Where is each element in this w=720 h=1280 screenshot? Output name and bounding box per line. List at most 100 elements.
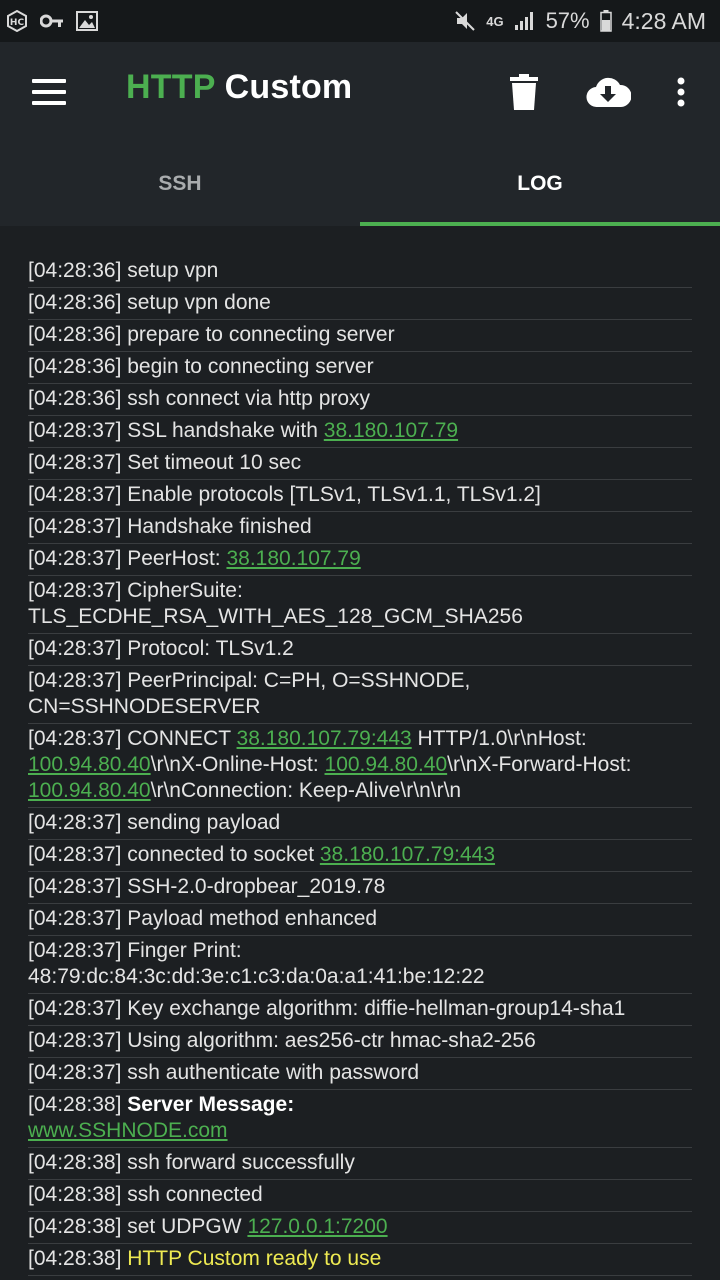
- log-entry: [04:28:36] begin to connecting server: [28, 352, 692, 384]
- log-link[interactable]: 38.180.107.79:443: [237, 727, 412, 750]
- app-title: HTTP Custom: [126, 68, 352, 107]
- log-message: setup vpn: [127, 259, 219, 282]
- signal-icon: [514, 11, 536, 31]
- log-timestamp: [04:28:37]: [28, 939, 128, 962]
- log-link[interactable]: 100.94.80.40: [325, 753, 448, 776]
- log-entry: [04:28:37] Set timeout 10 sec: [28, 448, 692, 480]
- log-entry: [04:28:38] HTTP Custom ready to use: [28, 1244, 692, 1276]
- log-entry: [04:28:36] setup vpn: [28, 256, 692, 288]
- log-message: Key exchange algorithm: diffie-hellman-g…: [127, 997, 626, 1020]
- log-entry: [04:28:37] PeerPrincipal: C=PH, O=SSHNOD…: [28, 666, 692, 724]
- app-title-http: HTTP: [126, 68, 215, 106]
- log-entry: [04:28:38] Server Message: www.SSHNODE.co…: [28, 1090, 692, 1148]
- log-message-bold: Server Message:: [127, 1093, 295, 1116]
- log-entry: [04:28:37] Using algorithm: aes256-ctr h…: [28, 1026, 692, 1058]
- log-message: connected to socket: [127, 843, 320, 866]
- log-message: Payload method enhanced: [127, 907, 378, 930]
- log-timestamp: [04:28:37]: [28, 637, 128, 660]
- log-entry: [04:28:38] ssh connected: [28, 1180, 692, 1212]
- tab-bar: SSH LOG: [0, 142, 720, 226]
- tab-ssh[interactable]: SSH: [0, 142, 360, 226]
- log-message: begin to connecting server: [127, 355, 374, 378]
- log-timestamp: [04:28:37]: [28, 997, 128, 1020]
- log-message: setup vpn done: [127, 291, 271, 314]
- log-timestamp: [04:28:37]: [28, 907, 128, 930]
- more-vert-icon[interactable]: [668, 70, 694, 114]
- log-message: Using algorithm: aes256-ctr hmac-sha2-25…: [127, 1029, 536, 1052]
- network-type: 4G: [486, 13, 504, 29]
- log-message: set UDPGW: [127, 1215, 248, 1238]
- log-message: CONNECT: [127, 727, 237, 750]
- log-entry: [04:28:37] Handshake finished: [28, 512, 692, 544]
- log-message: Handshake finished: [127, 515, 312, 538]
- mute-icon: [454, 10, 476, 32]
- log-timestamp: [04:28:36]: [28, 387, 128, 410]
- app-bar: HTTP Custom: [0, 42, 720, 142]
- log-timestamp: [04:28:38]: [28, 1247, 128, 1270]
- log-message: \r\nConnection: Keep-Alive\r\n\r\n: [150, 779, 462, 802]
- log-entry: [04:28:37] sending payload: [28, 808, 692, 840]
- log-timestamp: [04:28:37]: [28, 515, 128, 538]
- log-message: Enable protocols [TLSv1, TLSv1.1, TLSv1.…: [127, 483, 541, 506]
- log-entry: [04:28:38] ssh forward successfully: [28, 1148, 692, 1180]
- log-entry: [04:28:37] Protocol: TLSv1.2: [28, 634, 692, 666]
- log-link[interactable]: 100.94.80.40: [28, 753, 151, 776]
- app-title-custom: Custom: [214, 68, 353, 106]
- status-bar: HC 4G 57% 4:28 AM: [0, 0, 720, 42]
- log-link[interactable]: 38.180.107.79: [324, 419, 458, 442]
- log-entry: [04:28:37] connected to socket 38.180.10…: [28, 840, 692, 872]
- log-entry: [04:28:37] Payload method enhanced: [28, 904, 692, 936]
- key-icon: [40, 13, 64, 29]
- log-entry: [04:28:37] Enable protocols [TLSv1, TLSv…: [28, 480, 692, 512]
- log-timestamp: [04:28:37]: [28, 1029, 128, 1052]
- log-link[interactable]: 38.180.107.79: [226, 547, 360, 570]
- log-timestamp: [04:28:37]: [28, 579, 128, 602]
- log-message: ssh connected: [127, 1183, 263, 1206]
- log-link[interactable]: www.SSHNODE.com: [28, 1119, 228, 1142]
- menu-icon[interactable]: [32, 72, 66, 112]
- log-timestamp: [04:28:37]: [28, 811, 128, 834]
- log-message: ssh authenticate with password: [127, 1061, 420, 1084]
- log-timestamp: [04:28:38]: [28, 1093, 128, 1116]
- log-timestamp: [04:28:37]: [28, 875, 128, 898]
- log-timestamp: [04:28:36]: [28, 259, 128, 282]
- log-list[interactable]: [04:28:36] setup vpn [04:28:36] setup vpn…: [0, 226, 720, 1276]
- log-timestamp: [04:28:38]: [28, 1151, 128, 1174]
- log-timestamp: [04:28:37]: [28, 547, 128, 570]
- log-link[interactable]: 127.0.0.1:7200: [247, 1215, 387, 1238]
- log-message: PeerHost:: [127, 547, 227, 570]
- battery-icon: [599, 10, 612, 32]
- log-timestamp: [04:28:37]: [28, 727, 128, 750]
- log-message: \r\nX-Forward-Host:: [447, 753, 632, 776]
- log-message: ssh forward successfully: [127, 1151, 355, 1174]
- tab-indicator: [360, 222, 720, 226]
- log-message: SSL handshake with: [127, 419, 324, 442]
- log-entry: [04:28:37] Finger Print: 48:79:dc:84:3c:…: [28, 936, 692, 994]
- log-message: Set timeout 10 sec: [127, 451, 302, 474]
- log-entry: [04:28:36] prepare to connecting server: [28, 320, 692, 352]
- log-link[interactable]: 100.94.80.40: [28, 779, 151, 802]
- log-entry: [04:28:37] CipherSuite: TLS_ECDHE_RSA_WI…: [28, 576, 692, 634]
- log-link[interactable]: 38.180.107.79:443: [320, 843, 495, 866]
- log-timestamp: [04:28:37]: [28, 419, 128, 442]
- image-icon: [76, 11, 98, 31]
- log-entry: [04:28:36] setup vpn done: [28, 288, 692, 320]
- battery-percent: 57%: [545, 8, 590, 33]
- delete-icon[interactable]: [508, 70, 540, 114]
- log-message: SSH-2.0-dropbear_2019.78: [127, 875, 386, 898]
- log-entry: [04:28:37] CONNECT 38.180.107.79:443 HTT…: [28, 724, 692, 808]
- cloud-download-icon[interactable]: [584, 70, 632, 114]
- log-ready-message: HTTP Custom ready to use: [127, 1247, 382, 1270]
- hc-icon: HC: [6, 10, 28, 32]
- log-entry: [04:28:38] set UDPGW 127.0.0.1:7200: [28, 1212, 692, 1244]
- log-timestamp: [04:28:37]: [28, 1061, 128, 1084]
- log-entry: [04:28:37] PeerHost: 38.180.107.79: [28, 544, 692, 576]
- log-entry: [04:28:36] ssh connect via http proxy: [28, 384, 692, 416]
- log-entry: [04:28:37] SSH-2.0-dropbear_2019.78: [28, 872, 692, 904]
- log-message: prepare to connecting server: [127, 323, 395, 346]
- log-timestamp: [04:28:37]: [28, 483, 128, 506]
- tab-log[interactable]: LOG: [360, 142, 720, 226]
- log-message: HTTP/1.0\r\nHost:: [411, 727, 587, 750]
- log-message: \r\nX-Online-Host:: [150, 753, 325, 776]
- log-message: ssh connect via http proxy: [127, 387, 371, 410]
